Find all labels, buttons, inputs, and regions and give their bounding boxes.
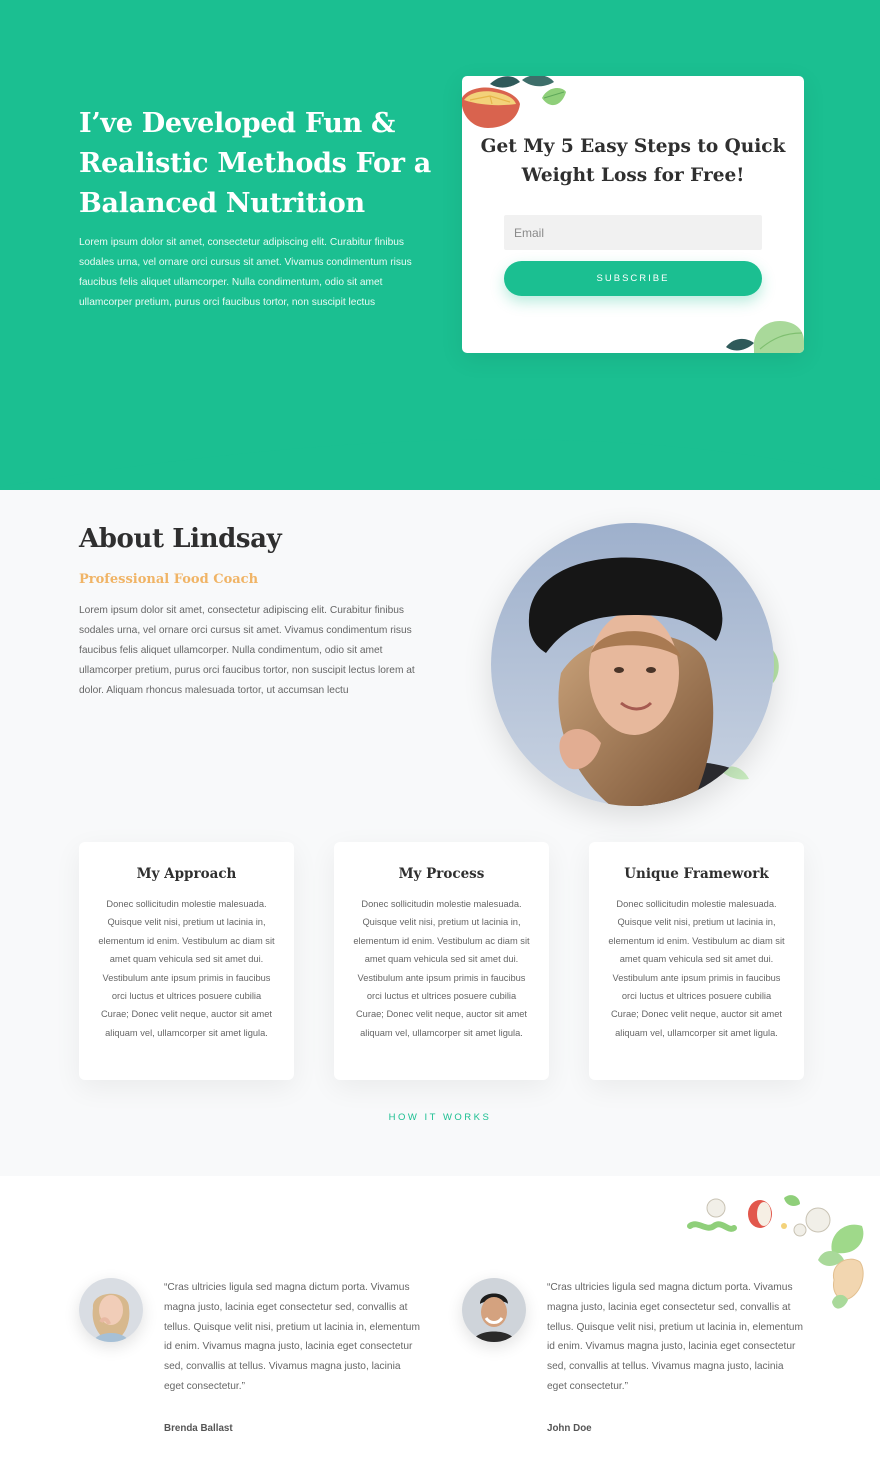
testimonial-quote: “Cras ultricies ligula sed magna dictum … [164,1282,420,1392]
portrait-container [491,523,779,806]
avatar [79,1278,143,1342]
feature-card-framework: Unique Framework Donec sollicitudin mole… [589,842,804,1080]
hero-wave-divider [0,425,880,487]
feature-card-process: My Process Donec sollicitudin molestie m… [334,842,549,1080]
feature-card-approach: My Approach Donec sollicitudin molestie … [79,842,294,1080]
subscribe-button[interactable]: SUBSCRIBE [504,261,762,296]
citrus-leaf-icon [462,76,566,128]
vegetables-icon [687,1195,864,1309]
signup-card: Get My 5 Easy Steps to Quick Weight Loss… [462,76,804,353]
portrait-image [491,523,774,806]
signup-title: Get My 5 Easy Steps to Quick Weight Loss… [480,136,786,186]
feature-text: Donec sollicitudin molestie malesuada. Q… [98,899,275,1038]
testimonial-name: John Doe [547,1423,592,1434]
feature-title: My Process [398,866,485,882]
testimonial-name: Brenda Ballast [164,1423,233,1434]
how-it-works-link[interactable]: HOW IT WORKS [0,1112,880,1123]
feature-title: My Approach [136,866,237,882]
hero-text: Lorem ipsum dolor sit amet, consectetur … [79,237,412,308]
about-title: About Lindsay [79,524,282,554]
leaf-icon [726,321,804,353]
hero-section: I’ve Developed Fun & Realistic Methods F… [0,0,880,490]
about-subtitle: Professional Food Coach [79,572,259,587]
about-text: Lorem ipsum dolor sit amet, consectetur … [79,605,415,696]
feature-title: Unique Framework [624,866,769,882]
feature-text: Donec sollicitudin molestie malesuada. Q… [608,899,785,1038]
avatar [462,1278,526,1342]
hero-title: I’ve Developed Fun & Realistic Methods F… [79,108,431,219]
email-field[interactable] [504,215,762,250]
feature-text: Donec sollicitudin molestie malesuada. Q… [353,899,530,1038]
